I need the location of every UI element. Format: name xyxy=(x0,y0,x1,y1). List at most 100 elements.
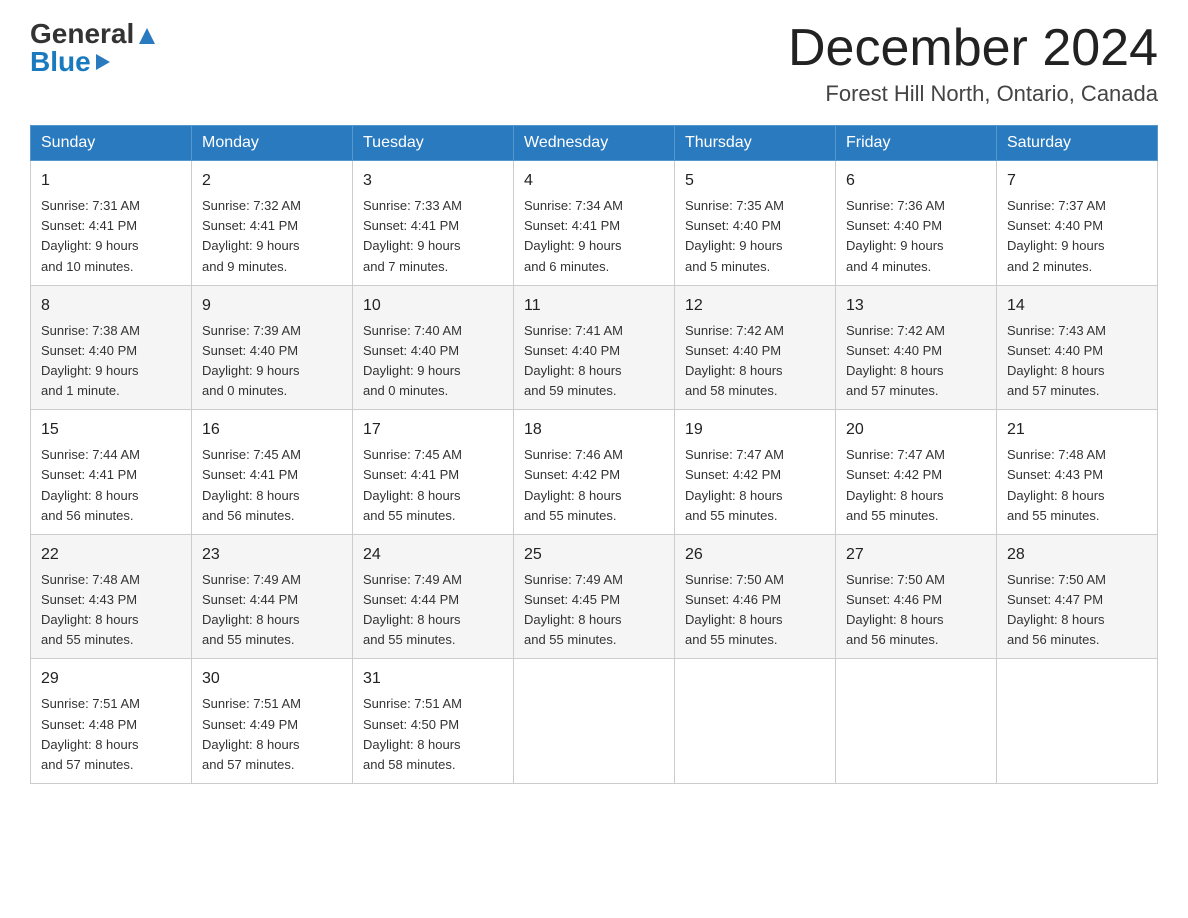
calendar-table: SundayMondayTuesdayWednesdayThursdayFrid… xyxy=(30,125,1158,784)
day-info: Sunrise: 7:50 AMSunset: 4:47 PMDaylight:… xyxy=(1007,570,1147,651)
calendar-cell: 27Sunrise: 7:50 AMSunset: 4:46 PMDayligh… xyxy=(836,534,997,659)
day-number: 25 xyxy=(524,543,664,567)
day-info: Sunrise: 7:31 AMSunset: 4:41 PMDaylight:… xyxy=(41,196,181,277)
day-info: Sunrise: 7:34 AMSunset: 4:41 PMDaylight:… xyxy=(524,196,664,277)
day-number: 16 xyxy=(202,418,342,442)
day-number: 24 xyxy=(363,543,503,567)
day-info: Sunrise: 7:51 AMSunset: 4:49 PMDaylight:… xyxy=(202,694,342,775)
day-info: Sunrise: 7:46 AMSunset: 4:42 PMDaylight:… xyxy=(524,445,664,526)
day-info: Sunrise: 7:43 AMSunset: 4:40 PMDaylight:… xyxy=(1007,321,1147,402)
calendar-cell: 13Sunrise: 7:42 AMSunset: 4:40 PMDayligh… xyxy=(836,285,997,410)
day-number: 2 xyxy=(202,169,342,193)
calendar-cell: 25 Sunrise: 7:49 AMSunset: 4:45 PMDayligh… xyxy=(514,534,675,659)
day-info: Sunrise: 7:51 AMSunset: 4:50 PMDaylight:… xyxy=(363,694,503,775)
calendar-cell xyxy=(997,659,1158,784)
calendar-cell: 1 Sunrise: 7:31 AMSunset: 4:41 PMDaylight… xyxy=(31,161,192,286)
header-right: December 2024 Forest Hill North, Ontario… xyxy=(788,20,1158,107)
calendar-cell: 2 Sunrise: 7:32 AMSunset: 4:41 PMDaylight… xyxy=(192,161,353,286)
logo: General Blue xyxy=(30,20,155,76)
calendar-cell: 7 Sunrise: 7:37 AMSunset: 4:40 PMDaylight… xyxy=(997,161,1158,286)
calendar-cell: 14 Sunrise: 7:43 AMSunset: 4:40 PMDayligh… xyxy=(997,285,1158,410)
weekday-header-saturday: Saturday xyxy=(997,126,1158,161)
calendar-cell: 29Sunrise: 7:51 AMSunset: 4:48 PMDayligh… xyxy=(31,659,192,784)
week-row-4: 22Sunrise: 7:48 AMSunset: 4:43 PMDayligh… xyxy=(31,534,1158,659)
day-info: Sunrise: 7:32 AMSunset: 4:41 PMDaylight:… xyxy=(202,196,342,277)
weekday-header-row: SundayMondayTuesdayWednesdayThursdayFrid… xyxy=(31,126,1158,161)
day-info: Sunrise: 7:38 AMSunset: 4:40 PMDaylight:… xyxy=(41,321,181,402)
day-number: 5 xyxy=(685,169,825,193)
calendar-cell: 9 Sunrise: 7:39 AMSunset: 4:40 PMDaylight… xyxy=(192,285,353,410)
calendar-cell: 31 Sunrise: 7:51 AMSunset: 4:50 PMDayligh… xyxy=(353,659,514,784)
week-row-5: 29Sunrise: 7:51 AMSunset: 4:48 PMDayligh… xyxy=(31,659,1158,784)
calendar-cell: 12 Sunrise: 7:42 AMSunset: 4:40 PMDayligh… xyxy=(675,285,836,410)
day-number: 23 xyxy=(202,543,342,567)
day-number: 20 xyxy=(846,418,986,442)
day-info: Sunrise: 7:49 AMSunset: 4:44 PMDaylight:… xyxy=(202,570,342,651)
weekday-header-tuesday: Tuesday xyxy=(353,126,514,161)
month-title: December 2024 xyxy=(788,20,1158,77)
calendar-cell: 20 Sunrise: 7:47 AMSunset: 4:42 PMDayligh… xyxy=(836,410,997,535)
day-number: 21 xyxy=(1007,418,1147,442)
logo-blue-text: Blue xyxy=(30,48,110,76)
calendar-cell: 8 Sunrise: 7:38 AMSunset: 4:40 PMDaylight… xyxy=(31,285,192,410)
calendar-cell xyxy=(836,659,997,784)
weekday-header-friday: Friday xyxy=(836,126,997,161)
day-info: Sunrise: 7:50 AMSunset: 4:46 PMDaylight:… xyxy=(685,570,825,651)
calendar-cell: 18Sunrise: 7:46 AMSunset: 4:42 PMDayligh… xyxy=(514,410,675,535)
calendar-cell: 23 Sunrise: 7:49 AMSunset: 4:44 PMDayligh… xyxy=(192,534,353,659)
calendar-cell: 22Sunrise: 7:48 AMSunset: 4:43 PMDayligh… xyxy=(31,534,192,659)
day-number: 26 xyxy=(685,543,825,567)
day-number: 28 xyxy=(1007,543,1147,567)
day-number: 14 xyxy=(1007,294,1147,318)
page-header: General Blue December 2024 Forest Hill N… xyxy=(30,20,1158,107)
calendar-cell: 15Sunrise: 7:44 AMSunset: 4:41 PMDayligh… xyxy=(31,410,192,535)
day-info: Sunrise: 7:37 AMSunset: 4:40 PMDaylight:… xyxy=(1007,196,1147,277)
day-number: 15 xyxy=(41,418,181,442)
day-number: 6 xyxy=(846,169,986,193)
weekday-header-wednesday: Wednesday xyxy=(514,126,675,161)
weekday-header-monday: Monday xyxy=(192,126,353,161)
day-info: Sunrise: 7:48 AMSunset: 4:43 PMDaylight:… xyxy=(41,570,181,651)
day-info: Sunrise: 7:49 AMSunset: 4:45 PMDaylight:… xyxy=(524,570,664,651)
weekday-header-sunday: Sunday xyxy=(31,126,192,161)
weekday-header-thursday: Thursday xyxy=(675,126,836,161)
day-number: 4 xyxy=(524,169,664,193)
day-info: Sunrise: 7:47 AMSunset: 4:42 PMDaylight:… xyxy=(685,445,825,526)
day-info: Sunrise: 7:48 AMSunset: 4:43 PMDaylight:… xyxy=(1007,445,1147,526)
day-info: Sunrise: 7:42 AMSunset: 4:40 PMDaylight:… xyxy=(846,321,986,402)
day-number: 27 xyxy=(846,543,986,567)
calendar-cell: 28 Sunrise: 7:50 AMSunset: 4:47 PMDayligh… xyxy=(997,534,1158,659)
day-info: Sunrise: 7:49 AMSunset: 4:44 PMDaylight:… xyxy=(363,570,503,651)
week-row-1: 1 Sunrise: 7:31 AMSunset: 4:41 PMDaylight… xyxy=(31,161,1158,286)
calendar-cell: 10Sunrise: 7:40 AMSunset: 4:40 PMDayligh… xyxy=(353,285,514,410)
day-info: Sunrise: 7:36 AMSunset: 4:40 PMDaylight:… xyxy=(846,196,986,277)
day-number: 19 xyxy=(685,418,825,442)
day-number: 7 xyxy=(1007,169,1147,193)
day-number: 10 xyxy=(363,294,503,318)
calendar-cell: 4 Sunrise: 7:34 AMSunset: 4:41 PMDaylight… xyxy=(514,161,675,286)
day-number: 12 xyxy=(685,294,825,318)
calendar-cell: 5 Sunrise: 7:35 AMSunset: 4:40 PMDaylight… xyxy=(675,161,836,286)
day-info: Sunrise: 7:35 AMSunset: 4:40 PMDaylight:… xyxy=(685,196,825,277)
day-info: Sunrise: 7:41 AMSunset: 4:40 PMDaylight:… xyxy=(524,321,664,402)
day-number: 30 xyxy=(202,667,342,691)
calendar-cell: 6 Sunrise: 7:36 AMSunset: 4:40 PMDaylight… xyxy=(836,161,997,286)
day-number: 31 xyxy=(363,667,503,691)
day-info: Sunrise: 7:42 AMSunset: 4:40 PMDaylight:… xyxy=(685,321,825,402)
day-number: 9 xyxy=(202,294,342,318)
location-title: Forest Hill North, Ontario, Canada xyxy=(788,81,1158,107)
week-row-2: 8 Sunrise: 7:38 AMSunset: 4:40 PMDaylight… xyxy=(31,285,1158,410)
day-number: 1 xyxy=(41,169,181,193)
week-row-3: 15Sunrise: 7:44 AMSunset: 4:41 PMDayligh… xyxy=(31,410,1158,535)
day-number: 11 xyxy=(524,294,664,318)
day-info: Sunrise: 7:33 AMSunset: 4:41 PMDaylight:… xyxy=(363,196,503,277)
calendar-cell: 17Sunrise: 7:45 AMSunset: 4:41 PMDayligh… xyxy=(353,410,514,535)
logo-general-text: General xyxy=(30,20,155,48)
day-number: 29 xyxy=(41,667,181,691)
day-number: 8 xyxy=(41,294,181,318)
day-info: Sunrise: 7:47 AMSunset: 4:42 PMDaylight:… xyxy=(846,445,986,526)
calendar-cell xyxy=(514,659,675,784)
day-info: Sunrise: 7:39 AMSunset: 4:40 PMDaylight:… xyxy=(202,321,342,402)
calendar-cell: 11 Sunrise: 7:41 AMSunset: 4:40 PMDayligh… xyxy=(514,285,675,410)
day-number: 3 xyxy=(363,169,503,193)
